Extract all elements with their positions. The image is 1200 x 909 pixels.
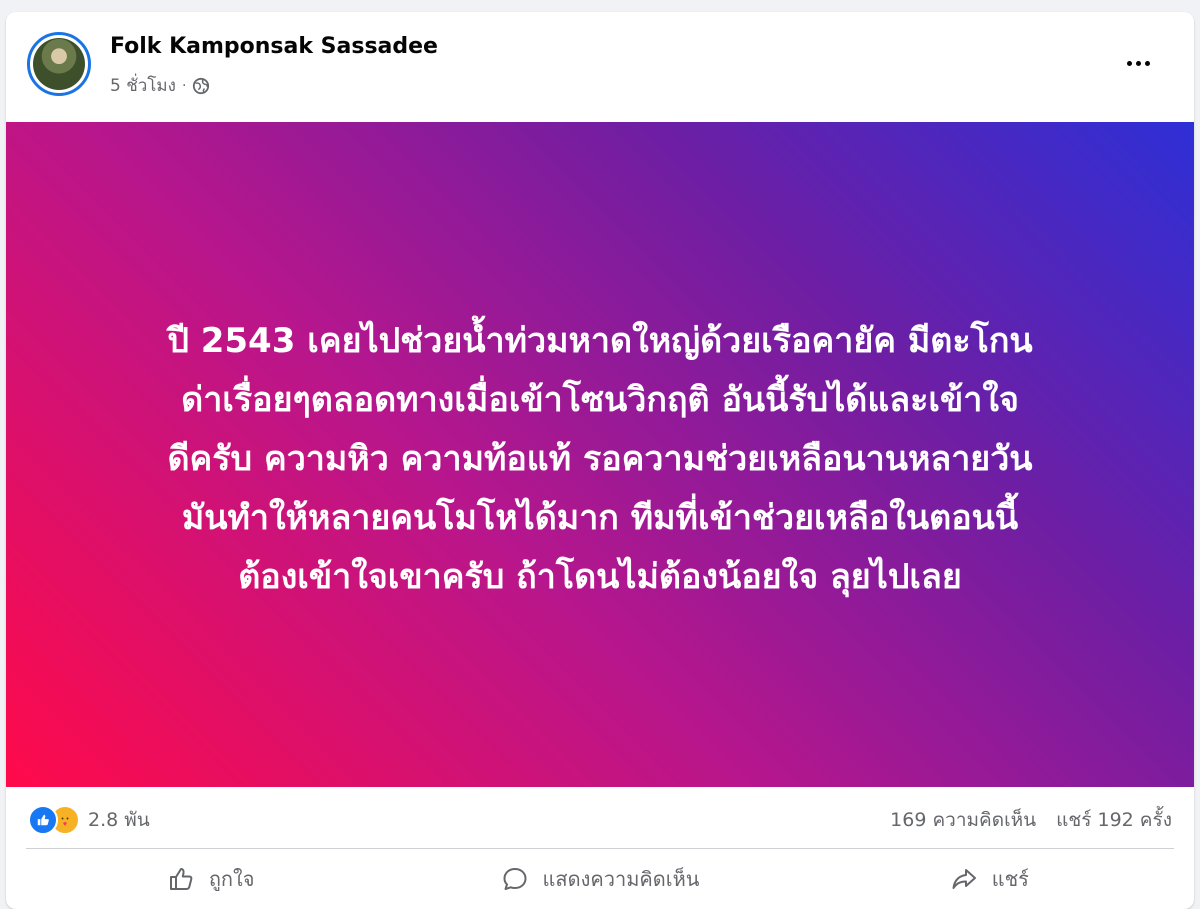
thumbs-up-icon — [169, 868, 193, 890]
comment-button[interactable]: แสดงความคิดเห็น — [405, 854, 794, 904]
author-name[interactable]: Folk Kamponsak Sassadee — [110, 34, 438, 59]
more-options-icon[interactable] — [1116, 48, 1160, 78]
post-text-line: ด่าเรื่อยๆตลอดทางเมื่อเข้าโซนวิกฤติ อันน… — [181, 380, 1019, 420]
post-text: ปี 2543 เคยไปช่วยน้ำท่วมหาดใหญ่ด้วยเรือค… — [70, 312, 1130, 607]
meta-separator: · — [181, 77, 187, 94]
post-card: Folk Kamponsak Sassadee 5 ชั่วโมง · ปี 2… — [6, 12, 1194, 909]
share-count[interactable]: แชร์ 192 ครั้ง — [1056, 805, 1172, 835]
post-text-line: ปี 2543 เคยไปช่วยน้ำท่วมหาดใหญ่ด้วยเรือค… — [167, 321, 1033, 361]
comment-count[interactable]: 169 ความคิดเห็น — [890, 805, 1036, 835]
reactions-summary[interactable]: 2.8 พัน — [28, 802, 150, 838]
like-button[interactable]: ถูกใจ — [16, 854, 405, 904]
post-text-line: มันทำให้หลายคนโมโหได้มาก ทีมที่เข้าช่วยเ… — [181, 498, 1019, 538]
post-meta: 5 ชั่วโมง · — [110, 72, 210, 99]
reaction-count: 2.8 พัน — [88, 809, 150, 831]
reaction-icons — [28, 805, 80, 835]
post-text-line: ดีครับ ความหิว ความท้อแท้ รอความช่วยเหลื… — [167, 439, 1033, 479]
more-dot — [1135, 60, 1141, 66]
post-header: Folk Kamponsak Sassadee 5 ชั่วโมง · — [6, 12, 1194, 122]
share-button[interactable]: แชร์ — [795, 854, 1184, 904]
avatar-image — [33, 38, 85, 90]
post-time[interactable]: 5 ชั่วโมง — [110, 72, 176, 99]
comment-icon — [503, 868, 527, 890]
globe-icon[interactable] — [192, 77, 210, 95]
post-stats: 169 ความคิดเห็น แชร์ 192 ครั้ง — [890, 802, 1172, 838]
like-label: ถูกใจ — [208, 867, 255, 891]
more-dot — [1126, 60, 1132, 66]
avatar[interactable] — [27, 32, 91, 96]
post-text-line: ต้องเข้าใจเขาครับ ถ้าโดนไม่ต้องน้อยใจ ลุ… — [238, 557, 962, 597]
more-dot — [1144, 60, 1150, 66]
share-icon — [952, 869, 976, 889]
post-background: ปี 2543 เคยไปช่วยน้ำท่วมหาดใหญ่ด้วยเรือค… — [6, 122, 1194, 787]
divider — [26, 848, 1174, 849]
action-bar: ถูกใจ แสดงความคิดเห็น แชร์ — [16, 854, 1184, 904]
comment-label: แสดงความคิดเห็น — [542, 867, 700, 891]
share-label: แชร์ — [991, 867, 1029, 891]
like-icon — [28, 805, 58, 835]
